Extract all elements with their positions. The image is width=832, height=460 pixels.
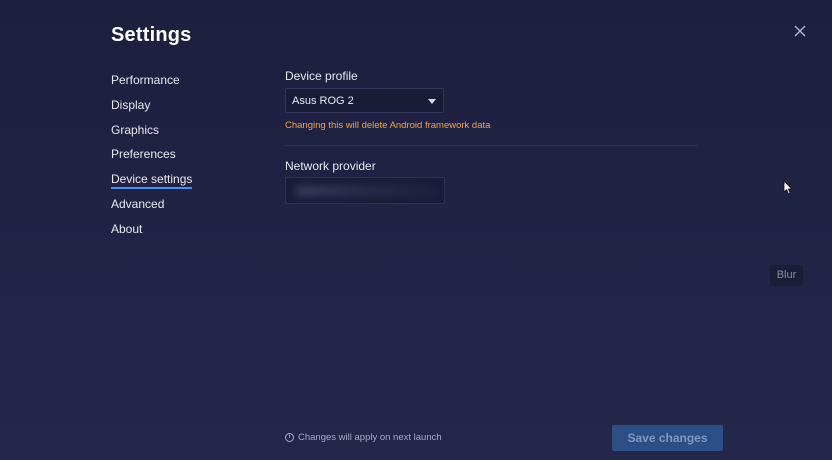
- sidebar-item-label: About: [111, 221, 143, 236]
- sidebar-item-preferences[interactable]: Preferences: [111, 146, 251, 171]
- chevron-down-icon: [428, 99, 436, 104]
- settings-sidebar: Performance Display Graphics Preferences…: [111, 72, 251, 246]
- sidebar-item-performance[interactable]: Performance: [111, 72, 251, 97]
- page-title: Settings: [111, 24, 192, 46]
- blurred-network-value: [296, 186, 436, 196]
- device-profile-label: Device profile: [285, 69, 358, 83]
- device-profile-select[interactable]: Asus ROG 2: [285, 88, 444, 113]
- footer-note-text: Changes will apply on next launch: [298, 432, 442, 443]
- device-profile-warning: Changing this will delete Android framew…: [285, 120, 491, 131]
- sidebar-item-advanced[interactable]: Advanced: [111, 196, 251, 221]
- sidebar-item-label: Preferences: [111, 147, 176, 162]
- sidebar-item-about[interactable]: About: [111, 221, 251, 246]
- sidebar-item-label: Display: [111, 97, 151, 112]
- network-provider-field[interactable]: [285, 177, 445, 204]
- blur-badge: Blur: [770, 265, 803, 286]
- sidebar-item-device-settings[interactable]: Device settings: [111, 171, 251, 196]
- close-button[interactable]: [792, 23, 808, 39]
- section-divider: [285, 145, 698, 146]
- sidebar-item-label: Performance: [111, 73, 180, 87]
- sidebar-item-display[interactable]: Display: [111, 97, 251, 122]
- sidebar-item-label: Device settings: [111, 172, 193, 190]
- sidebar-item-label: Graphics: [111, 122, 160, 137]
- close-icon: [794, 25, 806, 37]
- info-icon: i: [285, 433, 294, 442]
- device-profile-value: Asus ROG 2: [292, 95, 354, 107]
- mouse-cursor-icon: [783, 180, 793, 195]
- sidebar-item-label: Advanced: [111, 196, 165, 211]
- save-changes-button[interactable]: Save changes: [612, 425, 723, 451]
- footer-note: i Changes will apply on next launch: [285, 432, 442, 443]
- network-provider-label: Network provider: [285, 159, 376, 173]
- sidebar-item-graphics[interactable]: Graphics: [111, 122, 251, 147]
